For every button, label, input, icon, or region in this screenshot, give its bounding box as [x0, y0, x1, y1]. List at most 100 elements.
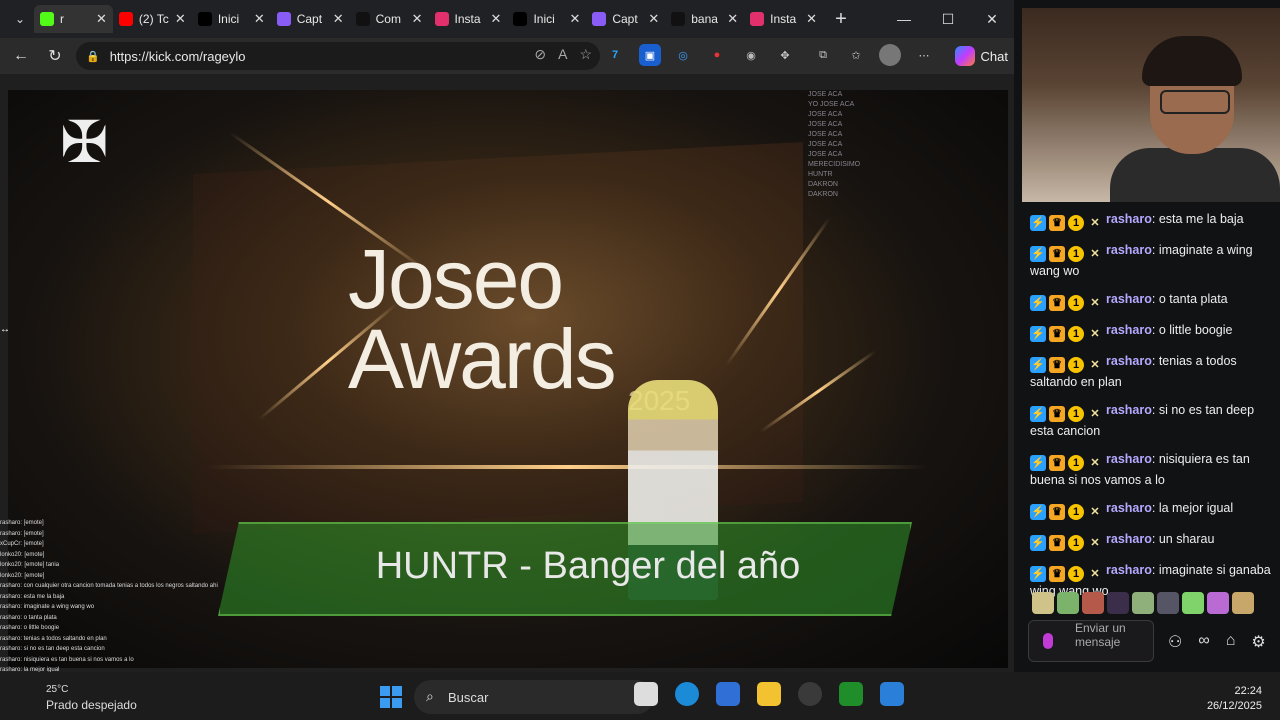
tab[interactable]: Insta ✕: [429, 5, 508, 33]
copilot-chat-button[interactable]: Chat: [954, 43, 1008, 69]
emote-icon[interactable]: [1032, 592, 1054, 614]
tab-close-icon[interactable]: ✕: [727, 11, 738, 27]
overlay-chat-line: rasharo: o tanta plata: [0, 614, 57, 621]
tab-close-icon[interactable]: ✕: [412, 11, 423, 27]
settings-gear-icon[interactable]: ⚙: [1251, 632, 1265, 652]
chat-separator: :: [1151, 532, 1159, 546]
extensions-puzzle-icon[interactable]: ✥: [774, 44, 796, 66]
tab-close-icon[interactable]: ✕: [175, 11, 186, 27]
microphone-icon[interactable]: [1043, 633, 1053, 649]
moderator-badge-icon: ⚡: [1030, 326, 1046, 342]
swords-badge-icon: ✕: [1090, 217, 1100, 229]
tracking-prevention-icon[interactable]: ⊘: [534, 46, 546, 63]
store-taskbar-icon[interactable]: [716, 682, 740, 706]
chat-text: esta me la baja: [1158, 212, 1244, 226]
emote-icon[interactable]: [1057, 592, 1079, 614]
split-screen-icon[interactable]: ⧉: [812, 44, 834, 66]
taskbar-search[interactable]: ⌕ Buscar: [414, 680, 654, 714]
moderator-badge-icon: ⚡: [1030, 295, 1046, 311]
system-clock[interactable]: 22:24 26/12/2025: [1207, 684, 1262, 714]
chat-text: un sharau: [1158, 532, 1215, 546]
swords-badge-icon: ✕: [1090, 328, 1100, 340]
tab[interactable]: Insta ✕: [744, 5, 823, 33]
weather-widget[interactable]: 25°C Prado despejado: [46, 684, 137, 712]
chat-username[interactable]: rasharo: [1106, 501, 1152, 515]
crown-badge-icon: ♛: [1049, 535, 1065, 551]
favorites-icon[interactable]: ✩: [845, 44, 867, 66]
swords-badge-icon: ✕: [1090, 359, 1100, 371]
tab-close-icon[interactable]: ✕: [569, 11, 580, 27]
tab-actions-menu-icon[interactable]: ⌄: [6, 5, 34, 33]
tab[interactable]: Inici ✕: [507, 5, 586, 33]
emote-icon[interactable]: [1232, 592, 1254, 614]
chat-username[interactable]: rasharo: [1106, 323, 1152, 337]
address-bar[interactable]: 🔒 https://kick.com/rageylo ⊘ A ☆: [76, 42, 600, 70]
chat-message: ⚡ ♛ 1 ✕ rasharo: esta me la baja: [1030, 210, 1274, 231]
extension-red-icon[interactable]: ●: [706, 44, 728, 66]
chat-username[interactable]: rasharo: [1106, 243, 1152, 257]
tab[interactable]: (2) Tc ✕: [113, 5, 192, 33]
site-info-icon[interactable]: 🔒: [86, 50, 100, 63]
tab-close-icon[interactable]: ✕: [254, 11, 265, 27]
infinity-icon[interactable]: ∞: [1198, 632, 1209, 652]
snipping-tool-icon[interactable]: [880, 682, 904, 706]
chat-username[interactable]: rasharo: [1106, 532, 1152, 546]
chat-input[interactable]: Enviar un mensaje: [1028, 620, 1154, 662]
new-tab-button[interactable]: +: [835, 8, 847, 31]
read-aloud-icon[interactable]: A: [558, 46, 567, 63]
tab[interactable]: bana ✕: [665, 5, 744, 33]
play-app-icon[interactable]: [839, 682, 863, 706]
tab-close-icon[interactable]: ✕: [96, 11, 107, 27]
chat-username[interactable]: rasharo: [1106, 452, 1152, 466]
crown-badge-icon: ♛: [1049, 406, 1065, 422]
extension-7tv-icon[interactable]: 7: [604, 44, 626, 66]
obs-icon[interactable]: [798, 682, 822, 706]
emote-icon[interactable]: [1132, 592, 1154, 614]
tab-close-icon[interactable]: ✕: [333, 11, 344, 27]
refresh-icon[interactable]: ↻: [38, 46, 72, 66]
edge-icon[interactable]: [675, 682, 699, 706]
minimize-icon[interactable]: —: [882, 0, 926, 38]
tab[interactable]: Com ✕: [350, 5, 429, 33]
moderator-badge-icon: ⚡: [1030, 455, 1046, 471]
close-window-icon[interactable]: ✕: [970, 0, 1014, 38]
tab-close-icon[interactable]: ✕: [648, 11, 659, 27]
extension-game-icon[interactable]: ▣: [639, 44, 661, 66]
store-icon[interactable]: ⌂: [1226, 632, 1236, 652]
emote-icon[interactable]: [1207, 592, 1229, 614]
webcam-feed: [1022, 8, 1280, 202]
tab-list: r ✕ (2) Tc ✕ Inici ✕ Capt ✕ Com ✕ Insta ✕ Inici ✕ Capt…: [34, 5, 823, 33]
folder-icon[interactable]: [757, 682, 781, 706]
windows-start-icon[interactable]: [380, 686, 402, 708]
overlay-chat-line: rasharo: imaginate a wing wang wo: [0, 604, 95, 610]
emote-icon[interactable]: [1182, 592, 1204, 614]
emote-icon[interactable]: [1082, 592, 1104, 614]
more-menu-icon[interactable]: ⋯: [913, 44, 935, 66]
tab[interactable]: r ✕: [34, 5, 113, 33]
emote-people-icon[interactable]: ⚇: [1168, 632, 1182, 652]
chat-message: ⚡ ♛ 1 ✕ rasharo: o tanta plata: [1030, 290, 1274, 311]
chat-username[interactable]: rasharo: [1106, 212, 1152, 226]
emote-icon[interactable]: [1157, 592, 1179, 614]
back-icon[interactable]: ←: [4, 47, 38, 65]
favorite-star-icon[interactable]: ☆: [579, 46, 592, 63]
chat-separator: :: [1151, 323, 1159, 337]
feather-icon: [592, 12, 607, 26]
chat-username[interactable]: rasharo: [1106, 563, 1152, 577]
file-explorer-preview-icon[interactable]: [634, 682, 658, 706]
chat-username[interactable]: rasharo: [1106, 292, 1152, 306]
extension-cookie-icon[interactable]: ◉: [740, 44, 762, 66]
instagram-icon: [434, 12, 449, 26]
clock-time: 22:24: [1234, 685, 1262, 697]
chat-username[interactable]: rasharo: [1106, 354, 1152, 368]
chat-username[interactable]: rasharo: [1106, 403, 1152, 417]
tab-close-icon[interactable]: ✕: [491, 11, 502, 27]
tab[interactable]: Capt ✕: [586, 5, 665, 33]
tab-close-icon[interactable]: ✕: [806, 11, 817, 27]
extension-shield-icon[interactable]: ◎: [672, 44, 694, 66]
tab[interactable]: Inici ✕: [192, 5, 271, 33]
emote-icon[interactable]: [1107, 592, 1129, 614]
profile-avatar[interactable]: [879, 44, 901, 66]
maximize-icon[interactable]: ☐: [926, 0, 970, 38]
tab[interactable]: Capt ✕: [271, 5, 350, 33]
